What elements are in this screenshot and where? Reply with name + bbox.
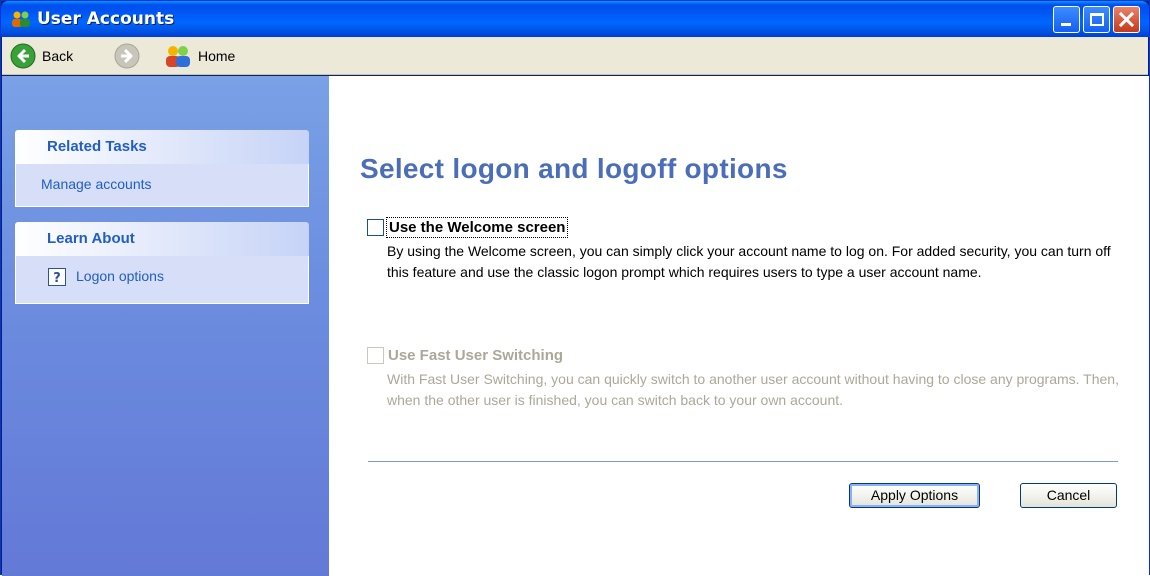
related-tasks-heading: Related Tasks <box>47 138 147 155</box>
user-accounts-icon <box>12 11 30 27</box>
divider <box>368 461 1118 462</box>
learn-about-panel: Learn About ? Logon options <box>15 222 309 304</box>
apply-options-button[interactable]: Apply Options <box>849 483 980 508</box>
learn-about-header[interactable]: Learn About <box>15 222 309 256</box>
forward-arrow-icon <box>114 43 140 69</box>
welcome-screen-row: Use the Welcome screen <box>367 216 1127 238</box>
home-label: Home <box>198 48 236 64</box>
welcome-screen-label[interactable]: Use the Welcome screen <box>386 216 569 238</box>
fast-user-switching-label: Use Fast User Switching <box>388 346 564 364</box>
help-icon: ? <box>48 268 66 286</box>
learn-about-heading: Learn About <box>47 230 135 247</box>
related-tasks-body: Manage accounts <box>15 164 309 207</box>
cancel-button[interactable]: Cancel <box>1020 483 1117 508</box>
minimize-icon <box>1061 23 1071 26</box>
forward-button[interactable] <box>114 43 140 69</box>
welcome-screen-option: Use the Welcome screen By using the Welc… <box>367 216 1127 283</box>
close-icon <box>1118 11 1135 28</box>
back-button[interactable]: Back <box>10 43 73 69</box>
user-accounts-window: User Accounts Back Home Related Tasks Ma… <box>0 0 1150 576</box>
home-button[interactable]: Home <box>164 43 235 69</box>
task-pane: Related Tasks Manage accounts Learn Abou… <box>2 76 329 576</box>
manage-accounts-link[interactable]: Manage accounts <box>41 176 152 192</box>
fast-user-switching-option: Use Fast User Switching With Fast User S… <box>367 344 1127 411</box>
welcome-screen-checkbox[interactable] <box>367 218 384 236</box>
window-title: User Accounts <box>37 9 175 29</box>
title-bar[interactable]: User Accounts <box>1 1 1149 37</box>
back-arrow-icon <box>10 43 36 69</box>
page-title: Select logon and logoff options <box>360 153 788 184</box>
fast-user-switching-description: With Fast User Switching, you can quickl… <box>387 371 1119 408</box>
svg-text:?: ? <box>53 271 61 286</box>
maximize-button[interactable] <box>1083 6 1110 33</box>
close-button[interactable] <box>1113 6 1140 33</box>
main-content: Select logon and logoff options Use the … <box>329 76 1149 576</box>
fast-user-switching-checkbox <box>367 346 384 364</box>
logon-options-link[interactable]: Logon options <box>76 268 164 284</box>
home-users-icon <box>166 46 190 67</box>
fast-user-switching-row: Use Fast User Switching <box>367 344 1127 366</box>
back-label: Back <box>42 48 74 64</box>
minimize-button[interactable] <box>1053 6 1080 33</box>
navigation-toolbar: Back Home <box>2 37 1148 75</box>
related-tasks-header[interactable]: Related Tasks <box>15 130 309 164</box>
welcome-screen-description: By using the Welcome screen, you can sim… <box>387 243 1111 280</box>
learn-about-body: ? Logon options <box>15 256 309 304</box>
maximize-icon <box>1090 13 1104 26</box>
related-tasks-panel: Related Tasks Manage accounts <box>15 130 309 207</box>
